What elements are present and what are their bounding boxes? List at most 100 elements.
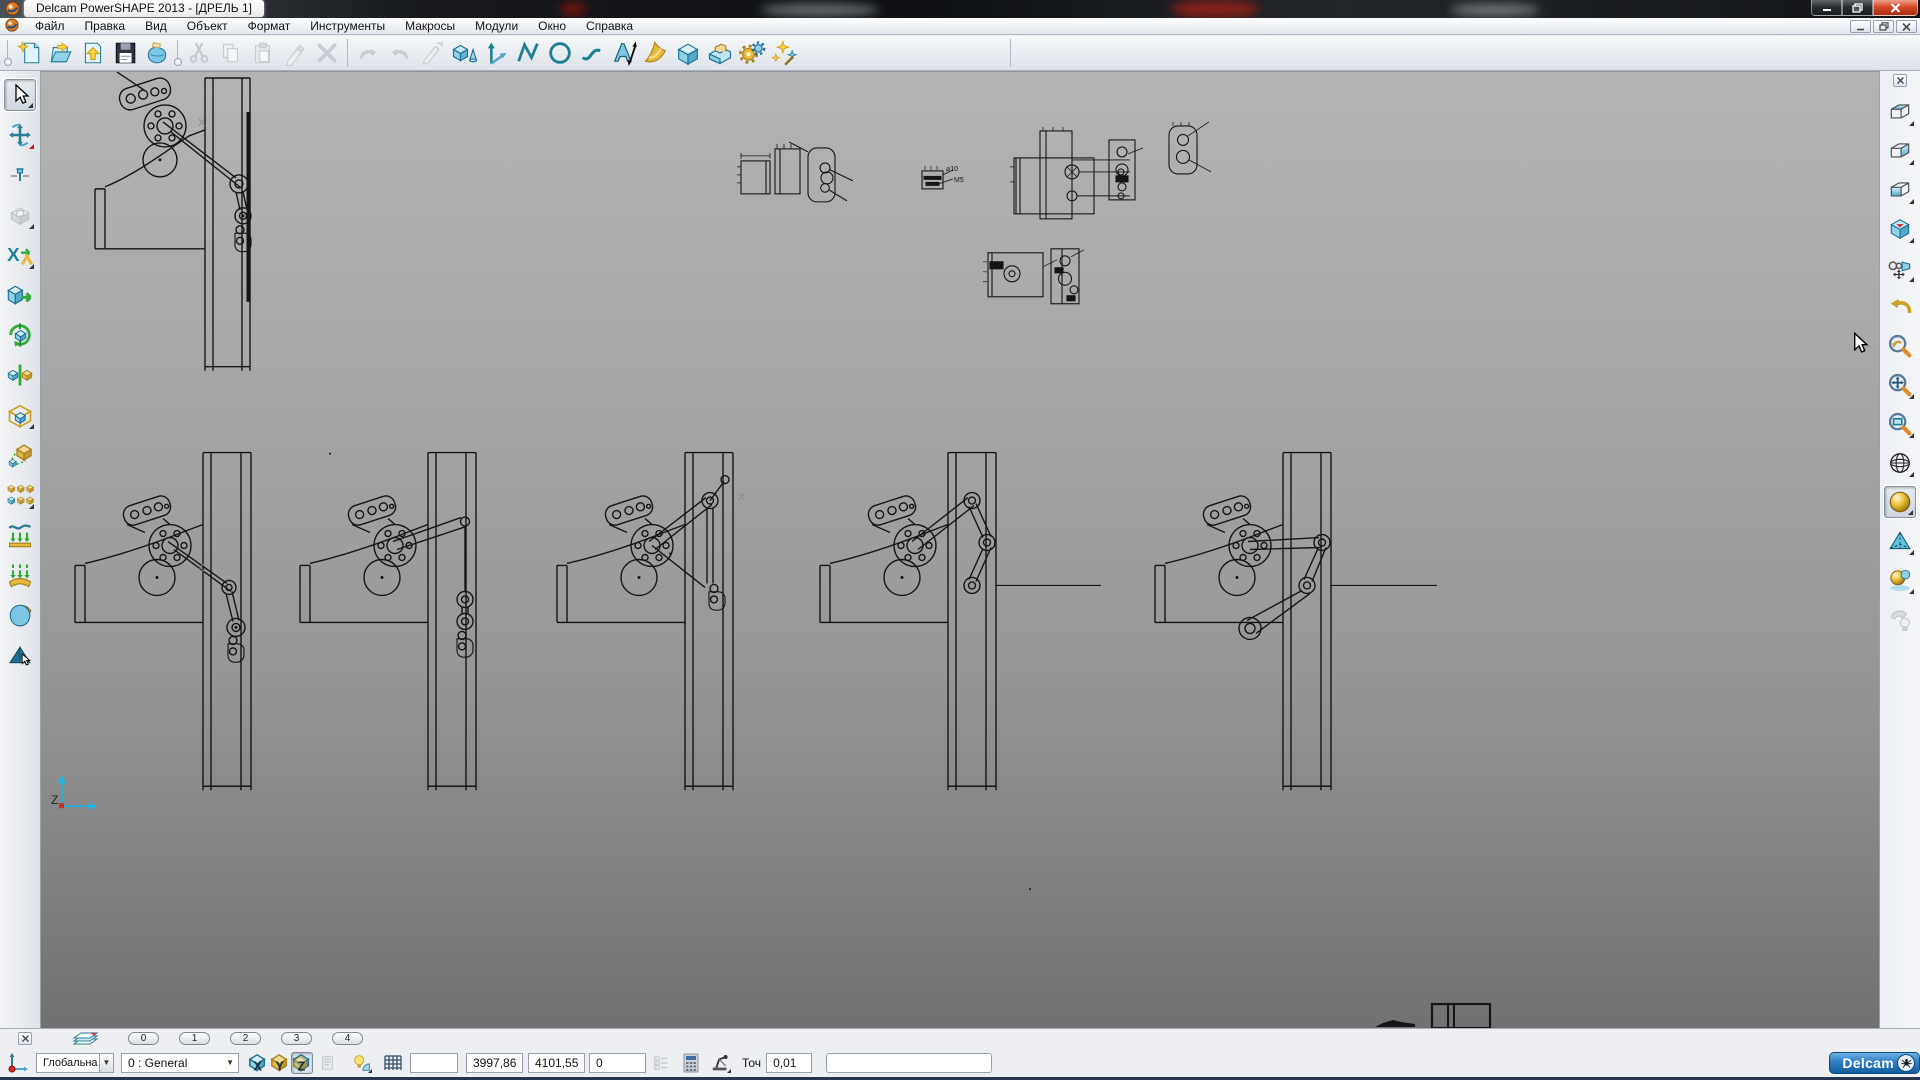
menu-tools[interactable]: Инструменты bbox=[300, 18, 395, 35]
workplane-dropdown-arrow[interactable]: ▼ bbox=[100, 1053, 114, 1073]
feature-icon[interactable] bbox=[704, 38, 736, 69]
mdi-system-icon[interactable] bbox=[5, 18, 19, 35]
surface-icon[interactable] bbox=[640, 38, 672, 69]
workplane-selector[interactable]: Глобальна bbox=[36, 1053, 100, 1073]
select-icon[interactable] bbox=[4, 79, 36, 111]
tolerance-field[interactable]: 0,01 bbox=[766, 1053, 812, 1073]
axes-icon[interactable] bbox=[480, 38, 512, 69]
workplane-icon[interactable] bbox=[448, 38, 480, 69]
mirror-icon[interactable] bbox=[4, 359, 36, 391]
text-icon[interactable] bbox=[608, 38, 640, 69]
format-painter-icon[interactable] bbox=[279, 38, 311, 69]
wrap-icon[interactable] bbox=[4, 559, 36, 591]
intelligent-cursor-icon[interactable] bbox=[351, 1052, 373, 1074]
paste-icon[interactable] bbox=[247, 38, 279, 69]
line-icon[interactable] bbox=[512, 38, 544, 69]
level-selector[interactable]: 0 : General▼ bbox=[121, 1053, 239, 1073]
menu-help[interactable]: Справка bbox=[576, 18, 643, 35]
restore-button[interactable] bbox=[1842, 0, 1873, 16]
zoom-box-icon[interactable] bbox=[1884, 408, 1916, 440]
copy-icon[interactable] bbox=[215, 38, 247, 69]
move-icon[interactable] bbox=[4, 119, 36, 151]
electrode-icon[interactable] bbox=[141, 38, 173, 69]
minimize-button[interactable] bbox=[1811, 0, 1842, 16]
rotate-icon[interactable] bbox=[4, 319, 36, 351]
view-iso-icon[interactable] bbox=[1884, 213, 1916, 245]
project-icon[interactable] bbox=[4, 519, 36, 551]
gears-icon[interactable] bbox=[736, 38, 768, 69]
import-icon[interactable] bbox=[77, 38, 109, 69]
y-coordinate-field[interactable]: 4101,55 bbox=[528, 1053, 585, 1073]
pin-workplane-icon[interactable] bbox=[4, 159, 36, 191]
z-coordinate-field[interactable]: 0 bbox=[589, 1053, 646, 1073]
block-icon[interactable] bbox=[4, 199, 36, 231]
menu-window[interactable]: Окно bbox=[528, 18, 576, 35]
levels-close-icon[interactable] bbox=[18, 1032, 32, 1045]
lighting-icon[interactable] bbox=[1884, 603, 1916, 635]
grid-icon[interactable] bbox=[383, 1054, 403, 1072]
toolbar-close-icon[interactable] bbox=[1893, 74, 1907, 87]
toolbar-drag-handle[interactable] bbox=[174, 39, 182, 67]
wizard-icon[interactable] bbox=[768, 38, 800, 69]
transparent-view-icon[interactable] bbox=[1884, 525, 1916, 557]
shaded-view-icon[interactable] bbox=[1884, 486, 1916, 518]
measure-tool-icon[interactable] bbox=[710, 1052, 732, 1074]
menu-format[interactable]: Формат bbox=[238, 18, 301, 35]
mdi-close-button[interactable] bbox=[1896, 20, 1917, 33]
mdi-minimize-button[interactable] bbox=[1850, 20, 1871, 33]
scale-icon[interactable] bbox=[4, 439, 36, 471]
menu-modules[interactable]: Модули bbox=[465, 18, 528, 35]
curve-icon[interactable] bbox=[576, 38, 608, 69]
edit-pencil-icon[interactable] bbox=[416, 38, 448, 69]
view-camera-icon[interactable] bbox=[1884, 252, 1916, 284]
notes-icon[interactable] bbox=[317, 1052, 339, 1074]
coordinate-list-icon[interactable]: xyz bbox=[650, 1052, 672, 1074]
levels-icon[interactable] bbox=[72, 1031, 102, 1047]
morph-icon[interactable] bbox=[4, 599, 36, 631]
menu-object[interactable]: Объект bbox=[177, 18, 238, 35]
zoom-previous-icon[interactable] bbox=[1884, 330, 1916, 362]
pick-surface-icon[interactable] bbox=[4, 639, 36, 671]
level-button-1[interactable]: 1 bbox=[179, 1032, 210, 1045]
view-front-icon[interactable] bbox=[1884, 174, 1916, 206]
menu-view[interactable]: Вид bbox=[135, 18, 177, 35]
open-file-icon[interactable] bbox=[45, 38, 77, 69]
level-button-3[interactable]: 3 bbox=[281, 1032, 312, 1045]
previous-view-icon[interactable] bbox=[1884, 291, 1916, 323]
level-button-2[interactable]: 2 bbox=[230, 1032, 261, 1045]
redo-icon[interactable] bbox=[384, 38, 416, 69]
level-button-4[interactable]: 4 bbox=[332, 1032, 363, 1045]
solid-icon[interactable] bbox=[672, 38, 704, 69]
convert-wireframe-icon[interactable]: X bbox=[4, 239, 36, 271]
level-dropdown-arrow[interactable]: ▼ bbox=[226, 1054, 234, 1072]
menu-macros[interactable]: Макросы bbox=[395, 18, 465, 35]
cad-viewport[interactable]: X X bbox=[41, 71, 1879, 1028]
view-top-icon[interactable] bbox=[1884, 96, 1916, 128]
new-file-icon[interactable] bbox=[13, 38, 45, 69]
toolbar-drag-handle[interactable] bbox=[4, 39, 12, 67]
arc-icon[interactable] bbox=[544, 38, 576, 69]
wireframe-view-icon[interactable] bbox=[1884, 447, 1916, 479]
zoom-full-icon[interactable] bbox=[1884, 369, 1916, 401]
cut-icon[interactable] bbox=[183, 38, 215, 69]
level-button-0[interactable]: 0 bbox=[128, 1032, 159, 1045]
workplane-axes-icon[interactable] bbox=[6, 1051, 30, 1075]
calculator-icon[interactable] bbox=[680, 1052, 702, 1074]
undo-icon[interactable] bbox=[352, 38, 384, 69]
grid-size-field[interactable] bbox=[410, 1053, 458, 1073]
x-cube-icon[interactable]: X bbox=[247, 1052, 269, 1074]
delete-icon[interactable] bbox=[311, 38, 343, 69]
offset-icon[interactable] bbox=[4, 399, 36, 431]
mdi-restore-button[interactable] bbox=[1873, 20, 1894, 33]
y-cube-icon[interactable]: Y bbox=[269, 1052, 291, 1074]
z-cube-icon[interactable]: Z bbox=[291, 1052, 313, 1074]
view-right-icon[interactable] bbox=[1884, 135, 1916, 167]
pattern-icon[interactable] bbox=[4, 479, 36, 511]
menu-file[interactable]: Файл bbox=[25, 18, 75, 35]
export-solid-icon[interactable] bbox=[4, 279, 36, 311]
app-icon[interactable] bbox=[5, 1, 20, 18]
multicolor-view-icon[interactable] bbox=[1884, 564, 1916, 596]
save-icon[interactable] bbox=[109, 38, 141, 69]
close-button[interactable] bbox=[1873, 0, 1918, 16]
menu-edit[interactable]: Правка bbox=[75, 18, 136, 35]
